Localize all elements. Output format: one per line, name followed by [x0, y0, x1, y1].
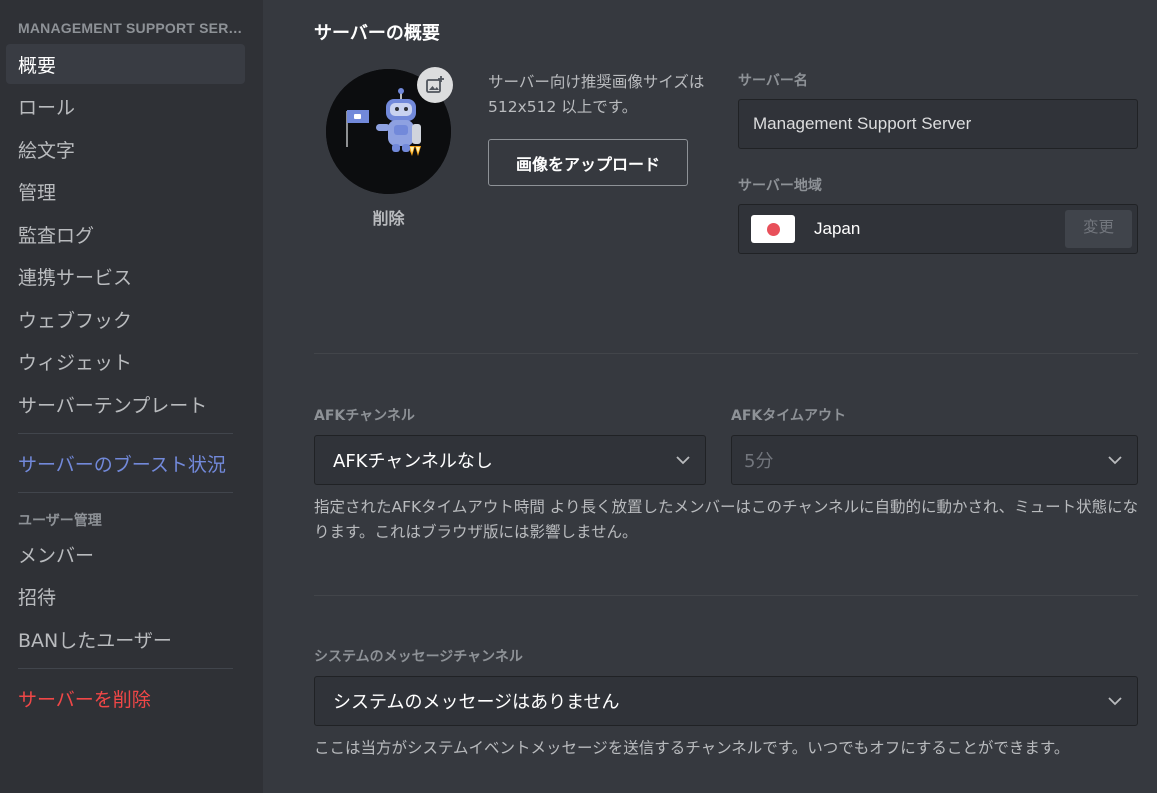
server-region-field: Japan 変更 [738, 204, 1138, 254]
sidebar-category-user-management: ユーザー管理 [18, 513, 102, 529]
system-channel-description: ここは当方がシステムイベントメッセージを送信するチャンネルです。いつでもオフにす… [314, 739, 1070, 757]
settings-window: MANAGEMENT SUPPORT SERVER 概要 ロール 絵文字 管理 … [0, 0, 1157, 793]
settings-sidebar: MANAGEMENT SUPPORT SERVER 概要 ロール 絵文字 管理 … [0, 0, 263, 793]
server-name-label: サーバー名 [738, 73, 808, 89]
page-title: サーバーの概要 [314, 23, 440, 44]
sidebar-item-server-template[interactable]: サーバーテンプレート [6, 384, 245, 424]
chevron-down-icon [1107, 452, 1123, 468]
sidebar-item-invites[interactable]: 招待 [6, 577, 245, 617]
sidebar-item-label: 招待 [18, 587, 57, 609]
sidebar-item-label: ウィジェット [18, 352, 133, 374]
sidebar-item-label: 管理 [18, 182, 57, 204]
sidebar-item-label: BANしたユーザー [18, 629, 172, 652]
section-divider [314, 353, 1138, 354]
server-region-label: サーバー地域 [738, 178, 822, 194]
sidebar-divider [18, 668, 233, 669]
add-image-icon[interactable] [417, 67, 453, 103]
sidebar-item-delete-server[interactable]: サーバーを削除 [6, 678, 245, 718]
chevron-down-icon [675, 452, 691, 468]
sidebar-item-widget[interactable]: ウィジェット [6, 342, 245, 382]
server-name-value: Management Support Server [753, 114, 972, 133]
server-region-value: Japan [814, 219, 861, 238]
sidebar-item-bans[interactable]: BANしたユーザー [6, 619, 245, 659]
japan-flag-icon [751, 215, 795, 243]
afk-timeout-label: AFKタイムアウト [731, 408, 846, 424]
sidebar-item-label: サーバーを削除 [18, 688, 151, 711]
sidebar-item-integrations[interactable]: 連携サービス [6, 257, 245, 297]
system-channel-label: システムのメッセージチャンネル [314, 649, 523, 665]
sidebar-item-emoji[interactable]: 絵文字 [6, 129, 245, 169]
afk-timeout-select[interactable]: 5分 [731, 435, 1138, 485]
afk-timeout-value: 5分 [744, 451, 774, 472]
change-region-button[interactable]: 変更 [1065, 210, 1132, 248]
system-channel-select[interactable]: システムのメッセージはありません [314, 676, 1138, 726]
sidebar-item-members[interactable]: メンバー [6, 534, 245, 574]
server-name-input[interactable]: Management Support Server [738, 99, 1138, 149]
system-channel-value: システムのメッセージはありません [333, 692, 620, 713]
server-icon-uploader[interactable] [326, 67, 453, 194]
sidebar-server-header: MANAGEMENT SUPPORT SERVER [18, 20, 245, 36]
sidebar-item-label: メンバー [18, 544, 95, 567]
sidebar-item-moderation[interactable]: 管理 [6, 172, 245, 212]
sidebar-item-audit-log[interactable]: 監査ログ [6, 214, 245, 254]
sidebar-item-label: サーバーテンプレート [18, 394, 208, 417]
chevron-down-icon [1107, 693, 1123, 709]
remove-icon-link[interactable]: 削除 [326, 205, 451, 229]
sidebar-divider [18, 433, 233, 434]
sidebar-item-webhooks[interactable]: ウェブフック [6, 299, 245, 339]
sidebar-item-label: ロール [18, 97, 76, 119]
sidebar-item-overview[interactable]: 概要 [6, 44, 245, 84]
sidebar-divider [18, 492, 233, 493]
sidebar-item-roles[interactable]: ロール [6, 87, 245, 127]
upload-image-button[interactable]: 画像をアップロード [488, 139, 688, 186]
afk-channel-label: AFKチャンネル [314, 408, 415, 424]
sidebar-item-label: サーバーのブースト状況 [18, 453, 226, 476]
afk-description: 指定されたAFKタイムアウト時間 より長く放置したメンバーはこのチャンネルに自動… [314, 498, 1139, 541]
afk-channel-value: AFKチャンネルなし [333, 451, 493, 472]
sidebar-item-label: ウェブフック [18, 309, 133, 332]
sidebar-item-server-boost[interactable]: サーバーのブースト状況 [6, 443, 245, 483]
sidebar-item-label: 概要 [18, 54, 57, 77]
sidebar-item-label: 連携サービス [18, 267, 133, 289]
afk-channel-select[interactable]: AFKチャンネルなし [314, 435, 706, 485]
icon-size-hint: サーバー向け推奨画像サイズは512x512 以上です。 [488, 73, 705, 116]
server-overview-panel: サーバーの概要 削除 サーバー向け推奨画像サイズは512x512 以上です。 画… [263, 0, 1157, 793]
sidebar-item-label: 監査ログ [18, 224, 95, 247]
section-divider [314, 595, 1138, 596]
sidebar-item-label: 絵文字 [18, 139, 76, 162]
